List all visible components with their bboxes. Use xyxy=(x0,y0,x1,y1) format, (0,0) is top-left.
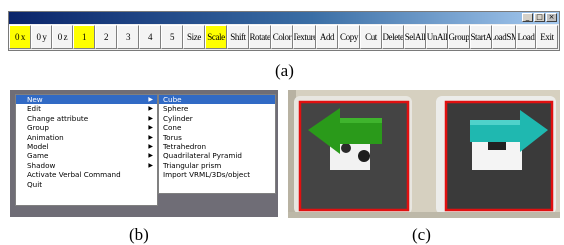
submenu-item-sphere[interactable]: Sphere xyxy=(159,104,275,113)
minimize-button[interactable]: _ xyxy=(522,13,533,22)
menu-item-shadow[interactable]: Shadow ▶ xyxy=(16,161,157,170)
toolbar-button-0-y[interactable]: 0 y xyxy=(31,25,52,49)
menu-item-label: New xyxy=(27,95,43,104)
toolbar-button-0-x[interactable]: 0 x xyxy=(9,25,31,49)
caption-b: (b) xyxy=(129,225,149,244)
toolbar-button-copy[interactable]: Copy xyxy=(338,25,360,49)
submenu-item-tetrahedron[interactable]: Tetrahedron xyxy=(159,142,275,151)
menu-item-label: Shadow xyxy=(27,160,56,170)
maximize-button[interactable]: □ xyxy=(534,13,545,22)
toolbar-button-loadsm[interactable]: LoadSM xyxy=(492,25,516,49)
toolbar-button-1[interactable]: 1 xyxy=(73,25,95,49)
toolbar-button-selall[interactable]: SelAll xyxy=(404,25,426,49)
menu-item-group[interactable]: Group ▶ xyxy=(16,123,157,132)
menu-item-label: Group xyxy=(27,123,49,133)
caption-a: (a) xyxy=(275,61,294,80)
menu-item-change-attribute[interactable]: Change attribute ▶ xyxy=(16,114,157,123)
window-titlebar[interactable]: _ □ × xyxy=(9,12,559,24)
submenu-item-cone[interactable]: Cone xyxy=(159,123,275,132)
submenu-arrow-icon: ▶ xyxy=(148,124,153,132)
menu-item-quit[interactable]: Quit xyxy=(16,180,157,189)
menu-item-new[interactable]: New ▶ xyxy=(16,95,157,105)
submenu-item-cylinder[interactable]: Cylinder xyxy=(159,114,275,123)
menu-item-label: Game xyxy=(27,151,49,161)
toolbar-button-load[interactable]: Load xyxy=(516,25,536,49)
left-marker-dot-2 xyxy=(358,150,370,162)
submenu-arrow-icon: ▶ xyxy=(148,161,153,169)
toolbar-button-unall[interactable]: UnAll xyxy=(426,25,448,49)
submenu-arrow-icon: ▶ xyxy=(148,96,153,103)
menu-item-label: Edit xyxy=(27,104,41,114)
menu-item-label: Change attribute xyxy=(27,113,89,123)
menu-item-label: Activate Verbal Command xyxy=(27,170,121,180)
ar-marker-photo xyxy=(288,90,560,218)
marker-scene xyxy=(288,90,560,218)
context-menu-panel: New ▶ Edit ▶ Change attribute ▶ Group ▶ Animatio… xyxy=(10,90,278,217)
submenu-item-quadrilateral-pyramid[interactable]: Quadrilateral Pyramid xyxy=(159,151,275,160)
submenu-arrow-icon: ▶ xyxy=(148,105,153,113)
menu-item-edit[interactable]: Edit ▶ xyxy=(16,104,157,113)
toolbar-button-3[interactable]: 3 xyxy=(117,25,139,49)
toolbar-button-shift[interactable]: Shift xyxy=(227,25,249,49)
menu-item-activate-verbal-command[interactable]: Activate Verbal Command xyxy=(16,170,157,179)
menu-item-game[interactable]: Game ▶ xyxy=(16,151,157,160)
submenu-item-triangular-prism[interactable]: Triangular prism xyxy=(159,161,275,170)
toolbar-button-size[interactable]: Size xyxy=(183,25,205,49)
toolbar-button-starta[interactable]: StartA xyxy=(470,25,492,49)
submenu-item-import-vrml-3ds-object[interactable]: Import VRML/3Ds/object xyxy=(159,170,275,179)
command-toolbar: 0 x0 y0 z 1 2 3 4 5 Size Scale Shift Rotate Color T… xyxy=(9,24,559,50)
toolbar-button-rotate[interactable]: Rotate xyxy=(249,25,271,49)
new-submenu: Cube Sphere Cylinder Cone Torus Tetrahedron Qu… xyxy=(158,94,276,194)
submenu-arrow-icon: ▶ xyxy=(148,133,153,141)
toolbar-button-group[interactable]: Group xyxy=(448,25,470,49)
toolbar-button-cut[interactable]: Cut xyxy=(360,25,382,49)
main-context-menu: New ▶ Edit ▶ Change attribute ▶ Group ▶ Animatio… xyxy=(15,94,158,206)
menu-item-animation[interactable]: Animation ▶ xyxy=(16,133,157,142)
submenu-item-torus[interactable]: Torus xyxy=(159,133,275,142)
toolbar-button-2[interactable]: 2 xyxy=(95,25,117,49)
menu-item-label: Model xyxy=(27,141,49,151)
menu-item-label: Quit xyxy=(27,179,43,189)
toolbar-button-0-z[interactable]: 0 z xyxy=(52,25,73,49)
toolbar-button-texture[interactable]: Texture xyxy=(293,25,316,49)
toolbar-button-delete[interactable]: Delete xyxy=(382,25,404,49)
toolbar-button-exit[interactable]: Exit xyxy=(536,25,558,49)
submenu-arrow-icon: ▶ xyxy=(148,152,153,160)
toolbar-button-color[interactable]: Color xyxy=(271,25,293,49)
submenu-item-cube[interactable]: Cube xyxy=(159,95,275,105)
menu-item-model[interactable]: Model ▶ xyxy=(16,142,157,151)
toolbar-button-5[interactable]: 5 xyxy=(161,25,183,49)
menu-item-label: Animation xyxy=(27,132,64,142)
caption-c: (c) xyxy=(412,225,431,244)
submenu-arrow-icon: ▶ xyxy=(148,142,153,150)
close-button[interactable]: × xyxy=(546,13,557,22)
submenu-arrow-icon: ▶ xyxy=(148,114,153,122)
toolbar-window: _ □ × 0 x0 y0 z 1 2 3 4 5 Size Scale Shift Rotate… xyxy=(8,11,560,51)
toolbar-button-4[interactable]: 4 xyxy=(139,25,161,49)
toolbar-button-scale[interactable]: Scale xyxy=(205,25,227,49)
window-controls: _ □ × xyxy=(522,13,557,23)
toolbar-button-add[interactable]: Add xyxy=(316,25,338,49)
